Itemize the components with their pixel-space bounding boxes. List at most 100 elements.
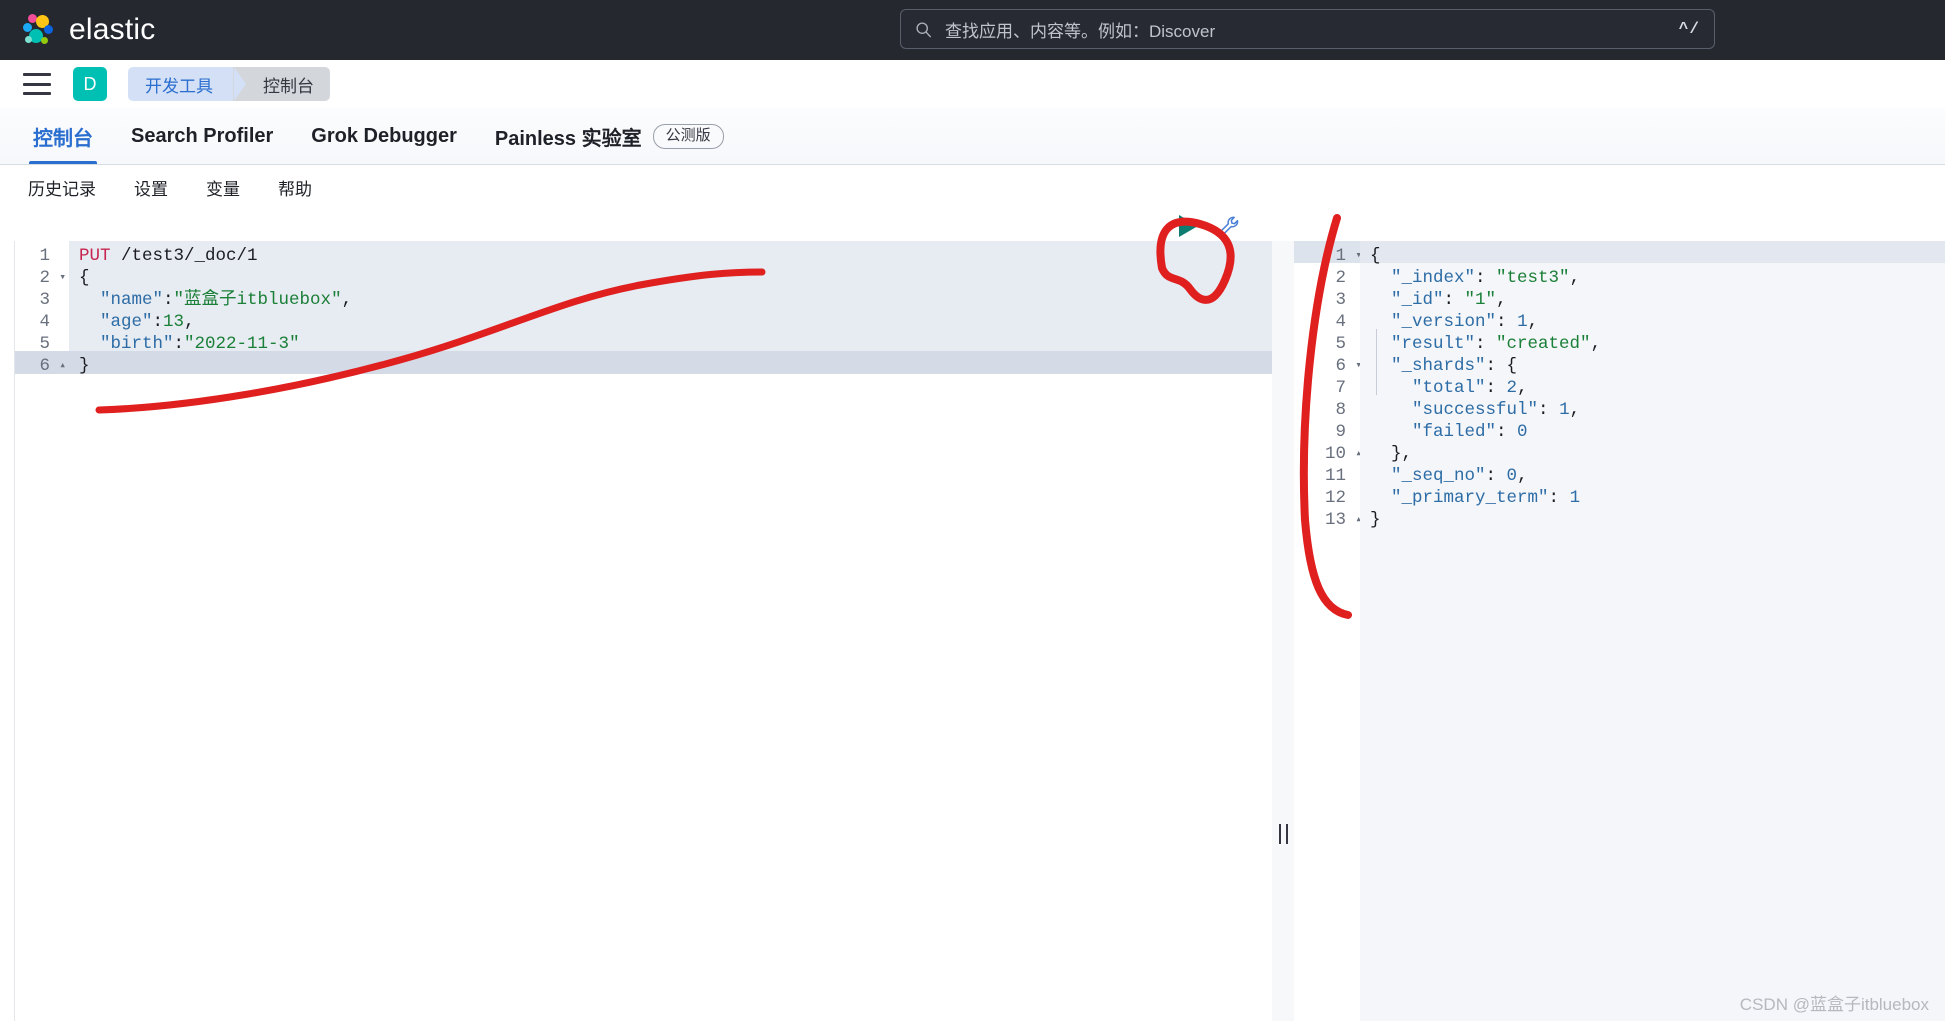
request-editor[interactable]: 12▾3456▴ PUT /test3/_doc/1{ "name":"蓝盒子i… [0, 241, 1272, 1021]
line-number: 1▾ [1335, 245, 1346, 267]
code-token [1370, 378, 1412, 398]
line-number: 3 [1335, 289, 1346, 311]
code-token: { [79, 268, 90, 288]
code-token: 1 [1570, 488, 1581, 508]
tab-grok-debugger[interactable]: Grok Debugger [292, 109, 476, 164]
code-token: }, [1391, 444, 1412, 464]
code-token: } [79, 356, 90, 376]
code-line: "_primary_term": 1 [1370, 487, 1580, 509]
space-avatar[interactable]: D [73, 67, 107, 101]
code-token: "age" [100, 312, 153, 332]
response-first-line-highlight [1360, 241, 1945, 263]
code-line: { [1370, 245, 1381, 267]
code-token: "total" [1412, 378, 1486, 398]
code-line: "age":13, [79, 311, 195, 333]
line-number: 5 [1335, 333, 1346, 355]
editor-gutter: 12▾3456▴ [14, 241, 70, 1021]
line-number: 13▴ [1325, 509, 1346, 531]
code-line: "birth":"2022-11-3" [79, 333, 300, 355]
wrench-icon[interactable] [1218, 214, 1242, 238]
line-number: 8 [1335, 399, 1346, 421]
global-search-box[interactable]: 查找应用、内容等。例如：Discover ^/ [900, 9, 1715, 49]
response-viewer[interactable]: 1▾23456▾78910▴111213▴ { "_index": "test3… [1294, 241, 1945, 1021]
brand[interactable]: elastic [22, 13, 155, 47]
code-line: "successful": 1, [1370, 399, 1580, 421]
code-token: , [1517, 378, 1528, 398]
drag-handle-icon[interactable] [1279, 824, 1288, 844]
code-token: , [1570, 400, 1581, 420]
line-number: 2▾ [39, 267, 50, 289]
code-token: : [1496, 312, 1517, 332]
code-line: { [79, 267, 90, 289]
code-token [79, 312, 100, 332]
play-triangle-icon[interactable] [1179, 215, 1198, 237]
code-token: "name" [100, 290, 163, 310]
code-token: "created" [1496, 334, 1591, 354]
panel-splitter[interactable] [1272, 241, 1295, 1021]
code-line: "name":"蓝盒子itbluebox", [79, 289, 352, 311]
line-number: 4 [39, 311, 50, 333]
code-token: "_index" [1391, 268, 1475, 288]
code-line: PUT /test3/_doc/1 [79, 245, 258, 267]
line-number: 10▴ [1325, 443, 1346, 465]
tab-console-label: 控制台 [33, 122, 93, 151]
global-search-input[interactable]: 查找应用、内容等。例如：Discover [945, 17, 1669, 42]
line-number: 9 [1335, 421, 1346, 443]
line-number: 1 [39, 245, 50, 267]
code-token: "_shards" [1391, 356, 1486, 376]
line-number: 6▾ [1335, 355, 1346, 377]
breadcrumb-item-dev-tools[interactable]: 开发工具 [128, 67, 235, 101]
code-line: "total": 2, [1370, 377, 1528, 399]
code-token: : [1496, 422, 1517, 442]
code-token: "1" [1465, 290, 1497, 310]
code-line: "_index": "test3", [1370, 267, 1580, 289]
fold-toggle-icon[interactable]: ▾ [59, 267, 66, 289]
tab-search-profiler[interactable]: Search Profiler [112, 109, 292, 164]
editor-code-area[interactable]: PUT /test3/_doc/1{ "name":"蓝盒子itbluebox"… [69, 241, 1272, 1021]
code-token: : [163, 290, 174, 310]
submenu-item-variables[interactable]: 变量 [192, 170, 254, 205]
code-line: } [79, 355, 90, 377]
code-token [1370, 356, 1391, 376]
tab-console[interactable]: 控制台 [14, 109, 112, 164]
console-page: elastic 查找应用、内容等。例如：Discover ^/ D 开发工具 控… [0, 0, 1945, 1021]
code-token [1370, 422, 1412, 442]
code-token: 2 [1507, 378, 1518, 398]
code-token [1370, 312, 1391, 332]
submenu-item-settings[interactable]: 设置 [120, 170, 182, 205]
brand-name: elastic [69, 13, 155, 47]
submenu-item-help[interactable]: 帮助 [264, 170, 326, 205]
code-token: : [1538, 400, 1559, 420]
hamburger-menu-icon[interactable] [23, 73, 51, 95]
fold-toggle-icon[interactable]: ▴ [59, 355, 66, 377]
code-token [1370, 400, 1412, 420]
response-code-area: { "_index": "test3", "_id": "1", "_versi… [1360, 241, 1945, 1021]
csdn-watermark: CSDN @蓝盒子itbluebox [1740, 990, 1929, 1015]
code-token: "2022-11-3" [184, 334, 300, 354]
breadcrumb-item-console[interactable]: 控制台 [233, 67, 330, 101]
beta-badge: 公测版 [653, 124, 724, 148]
line-number: 6▴ [39, 355, 50, 377]
global-search[interactable]: 查找应用、内容等。例如：Discover ^/ [900, 9, 1715, 49]
code-token: , [342, 290, 353, 310]
code-token: 1 [1517, 312, 1528, 332]
code-token: 13 [163, 312, 184, 332]
code-line: } [1370, 509, 1381, 531]
submenu-item-history[interactable]: 历史记录 [14, 170, 110, 205]
tab-painless-lab[interactable]: Painless 实验室 公测版 [476, 109, 743, 164]
elastic-logo-icon [22, 13, 56, 47]
code-token: 0 [1517, 422, 1528, 442]
line-number: 5 [39, 333, 50, 355]
breadcrumb-bar: D 开发工具 控制台 [0, 60, 1945, 108]
code-token: "_seq_no" [1391, 466, 1486, 486]
editor-action-buttons [1179, 214, 1242, 238]
code-token: 0 [1507, 466, 1518, 486]
tab-painless-lab-label: Painless 实验室 [495, 122, 642, 151]
code-token: "failed" [1412, 422, 1496, 442]
code-token: : [1475, 334, 1496, 354]
code-token: /test3/_doc/1 [111, 246, 258, 266]
code-token [79, 290, 100, 310]
code-token: : [1486, 466, 1507, 486]
code-token: : [1444, 290, 1465, 310]
code-token: , [1570, 268, 1581, 288]
